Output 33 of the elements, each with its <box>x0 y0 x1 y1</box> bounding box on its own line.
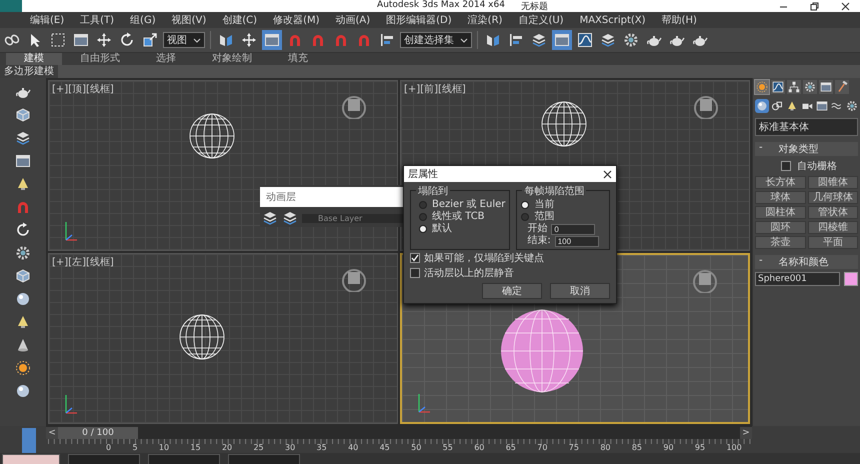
group-title: 塌陷到 <box>416 184 450 198</box>
frame-number: 60 <box>474 443 484 453</box>
checkbox-label: 自动栅格 <box>797 160 837 173</box>
group-title: 每帧塌陷范围 <box>522 184 586 198</box>
frame-number: 50 <box>411 443 422 453</box>
field-label: 开始 <box>527 223 548 234</box>
frame-number: 25 <box>253 443 264 453</box>
frame-number: 35 <box>316 443 327 453</box>
frame-number: 65 <box>506 443 516 453</box>
frame-number: 100 <box>726 443 742 453</box>
frame-number: 90 <box>663 443 674 453</box>
rollout-title: 名称和颜色 <box>778 256 829 269</box>
frame-number: 20 <box>222 443 232 453</box>
frame-number: 30 <box>285 443 296 453</box>
frame-number: 10 <box>158 443 170 453</box>
frame-number: 15 <box>190 443 201 453</box>
frame-number: 55 <box>442 443 453 453</box>
checkbox-label: 如果可能，仅塌陷到关键点 <box>424 252 544 265</box>
frame-number: 5 <box>132 443 138 453</box>
rollout-title: 对象类型 <box>778 142 819 156</box>
frame-number: 80 <box>600 443 610 453</box>
window-title: Autodesk 3ds Max 2014 x64 <box>377 0 505 12</box>
frame-number: 85 <box>632 443 642 453</box>
frame-number: 70 <box>537 443 548 453</box>
dialog-title: 层属性 <box>408 168 438 181</box>
frame-number: 75 <box>568 443 579 453</box>
field-label: 结束: <box>527 235 551 247</box>
frame-number: 40 <box>348 443 358 453</box>
frame-number: 95 <box>694 443 706 453</box>
checkbox-label: 活动层以上的层静音 <box>424 266 514 280</box>
frame-number: 0 <box>106 443 112 453</box>
frame-number: 45 <box>380 443 390 453</box>
document-title: 无标题 <box>520 0 548 12</box>
